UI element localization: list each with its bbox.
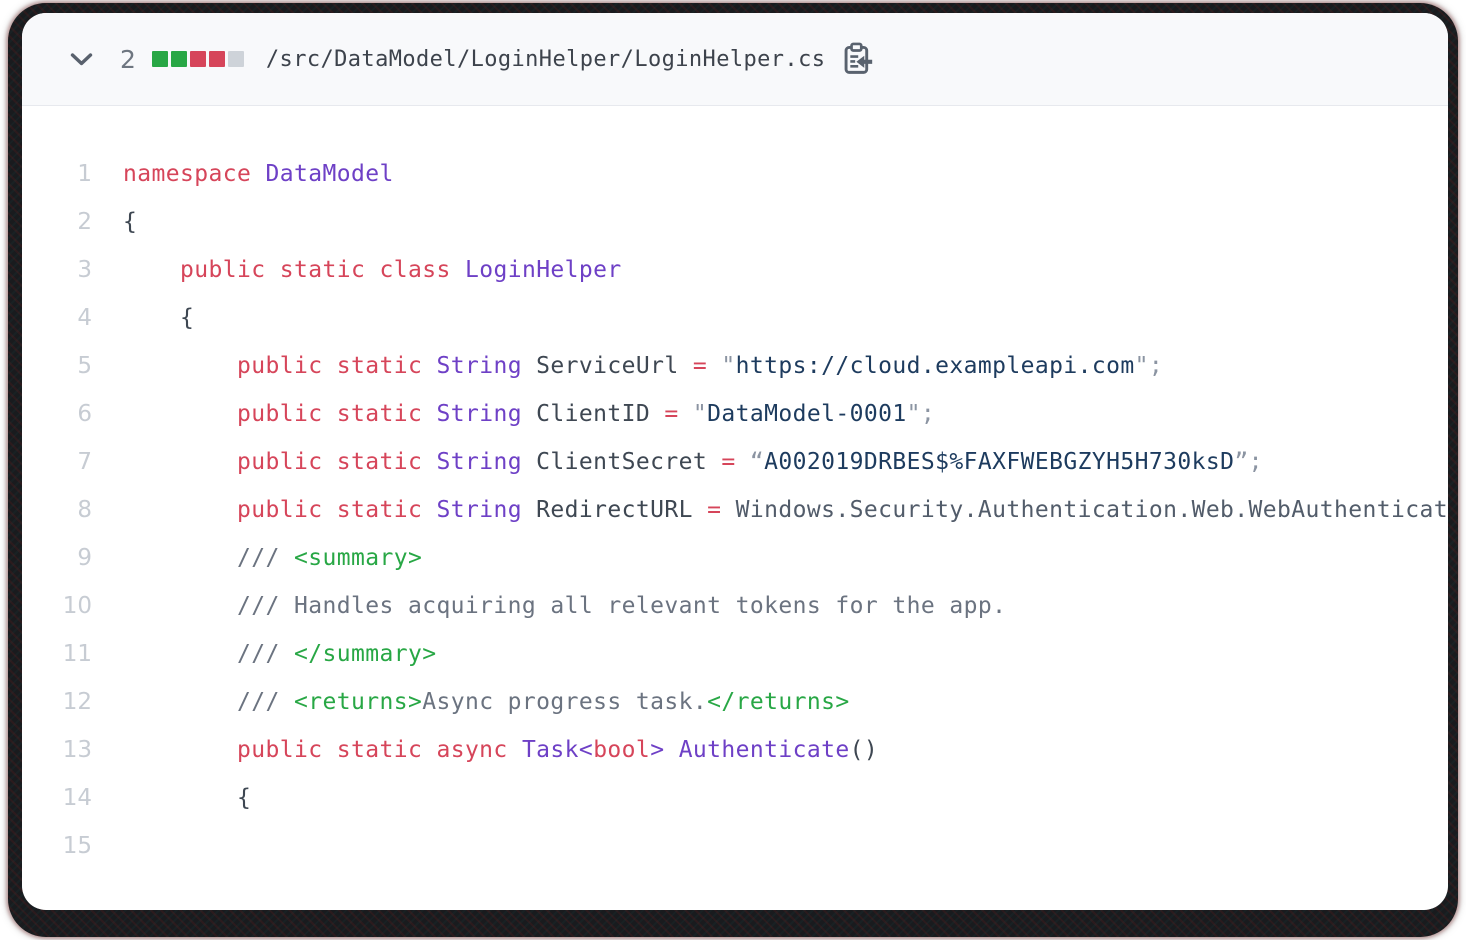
collapse-button[interactable] [66,44,96,74]
line-number: 2 [22,198,92,246]
line-number: 6 [22,390,92,438]
code-text: { [123,774,251,822]
line-number: 5 [22,342,92,390]
file-path: /src/DataModel/LoginHelper/LoginHelper.c… [266,47,825,72]
code-text: namespace DataModel [123,150,394,198]
code-text: public static async Task<bool> Authentic… [123,726,878,774]
code-line: 13 public static async Task<bool> Authen… [22,726,1448,774]
code-text: public static class LoginHelper [123,246,622,294]
code-line: 4 { [22,294,1448,342]
code-text: /// Handles acquiring all relevant token… [123,582,1006,630]
code-text: /// </summary> [123,630,436,678]
change-count: 2 [120,45,136,74]
line-number: 7 [22,438,92,486]
code-line: 7 public static String ClientSecret = “A… [22,438,1448,486]
code-text: public static String ClientSecret = “A00… [123,438,1263,486]
code-text: { [123,198,137,246]
code-text: /// <returns>Async progress task.</retur… [123,678,850,726]
red-diff-block [209,51,225,67]
line-number: 14 [22,774,92,822]
line-number: 15 [22,822,92,870]
code-line: 5 public static String ServiceUrl = "htt… [22,342,1448,390]
copy-to-clipboard-icon [841,42,873,76]
line-number: 13 [22,726,92,774]
code-line: 2{ [22,198,1448,246]
gray-diff-block [228,51,244,67]
code-viewer-card: 2 /src/DataModel/LoginHelper/LoginHelper… [22,13,1448,910]
line-number: 12 [22,678,92,726]
line-number: 9 [22,534,92,582]
code-line: 1 namespace DataModel [22,150,1448,198]
red-diff-block [190,51,206,67]
file-header: 2 /src/DataModel/LoginHelper/LoginHelper… [22,13,1448,106]
diff-stat-blocks [152,51,244,67]
line-number: 1 [22,150,92,198]
code-line: 12 /// <returns>Async progress task.</re… [22,678,1448,726]
code-line: 14 { [22,774,1448,822]
green-diff-block [171,51,187,67]
code-text: public static String RedirectURL = Windo… [123,486,1448,534]
code-line: 9 /// <summary> [22,534,1448,582]
line-number: 4 [22,294,92,342]
code-text: /// <summary> [123,534,422,582]
code-text: public static String ServiceUrl = "https… [123,342,1163,390]
code-line: 15 [22,822,1448,870]
code-text: public static String ClientID = "DataMod… [123,390,935,438]
code-line: 10 /// Handles acquiring all relevant to… [22,582,1448,630]
code-line: 3 public static class LoginHelper [22,246,1448,294]
code-lines: 1namespace DataModel2{3 public static cl… [22,106,1448,910]
line-number: 3 [22,246,92,294]
line-number: 11 [22,630,92,678]
chevron-down-icon [69,52,94,67]
line-number: 10 [22,582,92,630]
code-line: 8 public static String RedirectURL = Win… [22,486,1448,534]
code-line: 11 /// </summary> [22,630,1448,678]
code-text: { [123,294,194,342]
line-number: 8 [22,486,92,534]
copy-button[interactable] [839,41,875,77]
code-line: 6 public static String ClientID = "DataM… [22,390,1448,438]
green-diff-block [152,51,168,67]
